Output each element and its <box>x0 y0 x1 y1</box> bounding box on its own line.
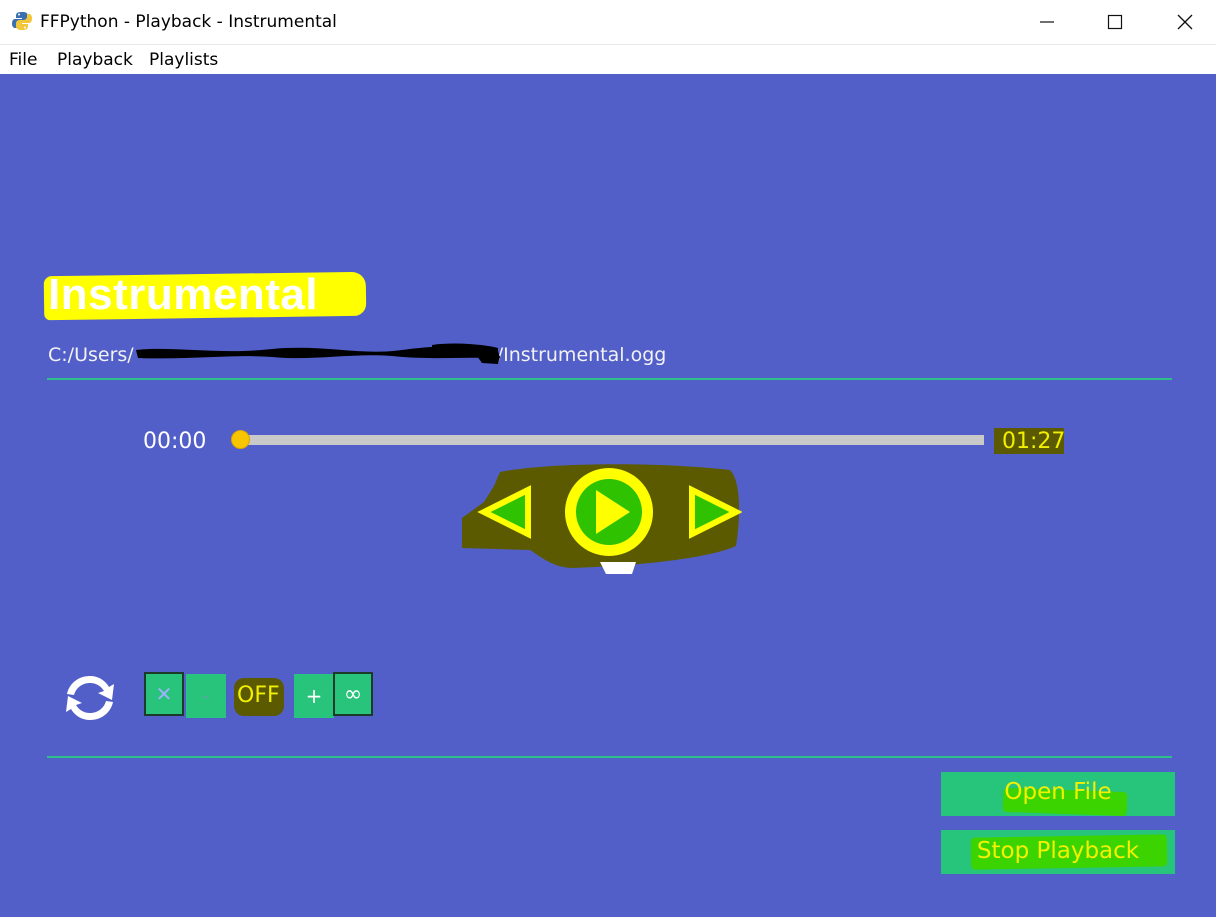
window-title: FFPython - Playback - Instrumental <box>40 12 337 32</box>
repeat-icon[interactable] <box>58 666 122 730</box>
loop-clear-label: ✕ <box>155 682 173 706</box>
loop-infinite-label: ∞ <box>343 681 363 707</box>
maximize-icon <box>1107 14 1123 30</box>
track-title: Instrumental <box>48 270 319 319</box>
menu-playlists[interactable]: Playlists <box>149 50 218 70</box>
loop-increment-label: + <box>305 684 323 708</box>
minimize-button[interactable] <box>1012 0 1082 44</box>
player-panel: Instrumental C:/Users//Instrumental.ogg … <box>0 74 1216 917</box>
maximize-button[interactable] <box>1080 0 1150 44</box>
close-icon <box>1177 14 1193 30</box>
loop-clear-button[interactable]: ✕ <box>144 672 184 716</box>
track-path-prefix: C:/Users/ <box>48 344 134 366</box>
top-divider <box>47 378 1172 380</box>
open-file-label: Open File <box>1004 779 1112 805</box>
minimize-icon <box>1040 21 1054 23</box>
stop-playback-label: Stop Playback <box>976 838 1140 864</box>
close-button[interactable] <box>1150 0 1216 44</box>
loop-decrement-label: - <box>202 684 210 708</box>
menu-file[interactable]: File <box>9 50 37 70</box>
open-file-button[interactable]: Open File <box>941 772 1175 817</box>
current-time: 00:00 <box>143 429 207 454</box>
loop-decrement-button[interactable]: - <box>186 674 226 718</box>
bottom-divider <box>47 756 1172 758</box>
seek-bar[interactable] <box>240 435 984 445</box>
menu-playback[interactable]: Playback <box>57 50 133 70</box>
loop-increment-button[interactable]: + <box>294 674 334 718</box>
stop-playback-button[interactable]: Stop Playback <box>941 830 1175 874</box>
track-path-suffix: /Instrumental.ogg <box>496 344 667 366</box>
title-bar: FFPython - Playback - Instrumental <box>0 0 1216 44</box>
transport-controls <box>462 464 742 574</box>
loop-status: OFF <box>237 683 280 708</box>
play-icon[interactable] <box>565 468 653 556</box>
total-time: 01:27 <box>1002 429 1066 454</box>
redaction-scribble <box>136 343 500 364</box>
seek-handle[interactable] <box>230 430 250 449</box>
menu-bar: File Playback Playlists <box>0 44 1216 74</box>
loop-infinite-button[interactable]: ∞ <box>333 672 373 716</box>
python-icon <box>12 12 32 30</box>
